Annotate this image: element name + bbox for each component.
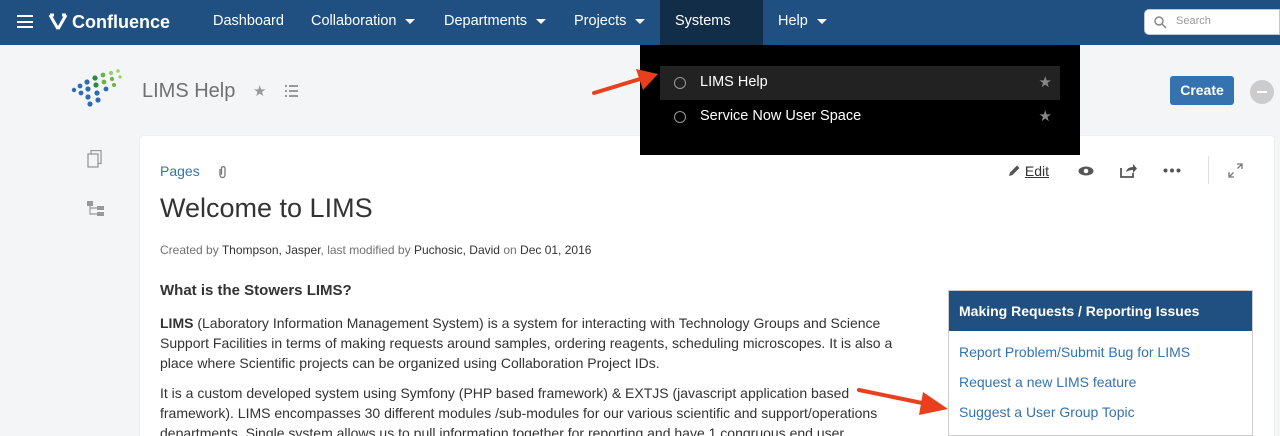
search-placeholder: Search [1176, 15, 1211, 27]
nav-departments[interactable]: Departments [444, 0, 547, 45]
paragraph-1-line-text: (Laboratory Information Management Syste… [193, 315, 881, 331]
paragraph-1: LIMS (Laboratory Information Management … [160, 313, 910, 373]
paragraph-2-line: framework). LIMS encompasses 30 differen… [160, 405, 878, 421]
byline-on-prefix: on [503, 243, 517, 257]
confluence-x-icon [48, 13, 68, 30]
byline-modifier-link[interactable]: Puchosic, David [414, 243, 500, 257]
paragraph-2-line: It is a custom developed system using Sy… [160, 385, 850, 401]
page-byline: Created by Thompson, Jasper, last modifi… [160, 243, 591, 257]
byline-date-link[interactable]: Dec 01, 2016 [520, 243, 591, 257]
edit-label: Edit [1024, 163, 1050, 179]
lims-bold: LIMS [160, 315, 194, 331]
minus-icon [1257, 91, 1267, 93]
paragraph-2-line: departments. Single system allows us to … [160, 425, 845, 436]
space-circle-icon [674, 77, 686, 89]
star-icon[interactable]: ★ [1039, 107, 1052, 125]
space-title[interactable]: LIMS Help [142, 80, 235, 103]
paragraph-1-line: Support Facilities in terms of making re… [160, 335, 893, 351]
page-title: Welcome to LIMS [160, 193, 373, 223]
nav-collaboration[interactable]: Collaboration [311, 0, 416, 45]
star-icon[interactable]: ★ [1039, 73, 1052, 91]
annotation-arrow-icon [592, 69, 658, 95]
logo-text: Confluence [72, 11, 171, 32]
watch-icon[interactable] [1078, 166, 1094, 176]
annotation-arrow-icon [857, 388, 948, 415]
panel-title: Making Requests / Reporting Issues [949, 291, 1252, 331]
dropdown-item-lims-help[interactable]: LIMS Help ★ [660, 66, 1060, 100]
section-heading: What is the Stowers LIMS? [160, 282, 352, 299]
chevron-down-icon [816, 18, 827, 24]
space-logo[interactable] [70, 66, 124, 112]
menu-icon[interactable] [17, 15, 33, 28]
search-input[interactable]: Search [1144, 9, 1280, 35]
expand-icon[interactable] [1228, 163, 1243, 178]
request-feature-link[interactable]: Request a new LIMS feature [959, 374, 1136, 390]
chevron-down-icon [635, 18, 646, 24]
dropdown-item-label: LIMS Help [700, 74, 768, 90]
create-button[interactable]: Create [1170, 76, 1234, 105]
nav-collaboration-label: Collaboration [311, 13, 397, 29]
pages-icon[interactable] [87, 150, 103, 168]
action-divider [1208, 156, 1209, 184]
suggest-topic-link[interactable]: Suggest a User Group Topic [959, 404, 1135, 420]
space-circle-icon [674, 111, 686, 123]
search-icon [1154, 16, 1167, 29]
nav-systems[interactable]: Systems [660, 0, 763, 67]
nav-help-label: Help [778, 13, 808, 29]
report-problem-link[interactable]: Report Problem/Submit Bug for LIMS [959, 344, 1190, 360]
byline-creator-link[interactable]: Thompson, Jasper [222, 243, 321, 257]
breadcrumb-pages[interactable]: Pages [160, 163, 200, 179]
nav-dashboard-label: Dashboard [213, 13, 284, 29]
nav-projects[interactable]: Projects [574, 0, 646, 45]
nav-dashboard[interactable]: Dashboard [213, 0, 284, 45]
chevron-down-icon [536, 18, 547, 24]
confluence-logo[interactable]: Confluence [48, 10, 170, 34]
space-details-icon[interactable] [285, 85, 298, 97]
nav-help[interactable]: Help [778, 0, 827, 45]
page-tree-icon[interactable] [87, 201, 105, 217]
chevron-down-icon [405, 18, 416, 24]
byline-created-prefix: Created by [160, 243, 219, 257]
collapse-button[interactable] [1250, 80, 1274, 104]
nav-departments-label: Departments [444, 13, 528, 29]
paragraph-1-line: LIMS (Laboratory Information Management … [160, 313, 910, 333]
share-icon[interactable] [1120, 163, 1137, 178]
nav-systems-label: Systems [675, 13, 731, 29]
edit-button[interactable]: Edit [1008, 163, 1049, 179]
systems-dropdown-menu: LIMS Help ★ Service Now User Space ★ [640, 45, 1080, 155]
paragraph-2: It is a custom developed system using Sy… [160, 383, 910, 436]
dropdown-item-label: Service Now User Space [700, 108, 862, 124]
byline-modified-prefix: , last modified by [320, 243, 411, 257]
attachment-icon[interactable] [218, 165, 227, 178]
star-icon[interactable]: ★ [253, 82, 266, 100]
nav-projects-label: Projects [574, 13, 627, 29]
paragraph-1-line: place where Scientific projects can be o… [160, 355, 660, 371]
requests-panel: Making Requests / Reporting Issues Repor… [948, 290, 1253, 436]
pencil-icon [1009, 165, 1020, 176]
top-navigation-bar: Confluence Dashboard Collaboration Depar… [0, 0, 1280, 67]
more-actions-icon[interactable] [1163, 168, 1181, 173]
dropdown-item-service-now[interactable]: Service Now User Space ★ [660, 100, 1060, 134]
